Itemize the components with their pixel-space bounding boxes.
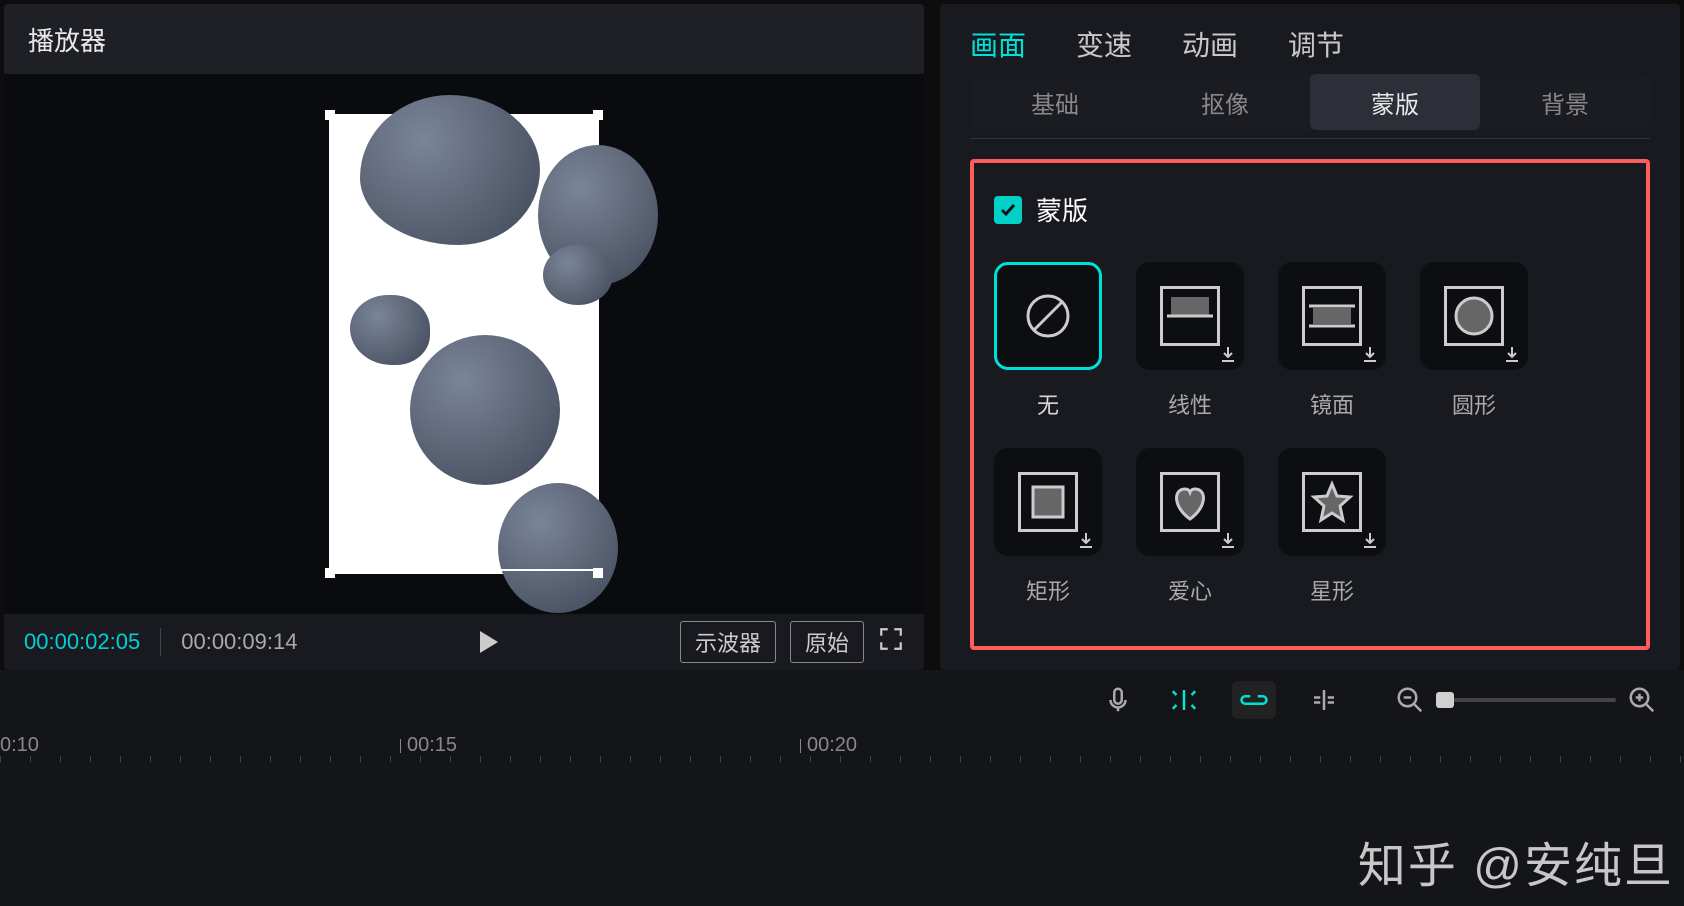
subtab-mask[interactable]: 蒙版 xyxy=(1310,74,1480,130)
mask-checkbox[interactable] xyxy=(994,196,1022,224)
time-current: 00:00:02:05 xyxy=(24,629,140,655)
zoom-out-button[interactable] xyxy=(1392,682,1428,718)
mask-item-heart[interactable]: 爱心 xyxy=(1136,448,1244,606)
zoom-thumb[interactable] xyxy=(1436,692,1454,708)
mask-none-icon xyxy=(994,262,1102,370)
subtab-cutout[interactable]: 抠像 xyxy=(1140,74,1310,130)
resize-handle[interactable] xyxy=(593,110,603,120)
mask-heart-icon xyxy=(1136,448,1244,556)
split-icon xyxy=(1169,685,1199,715)
resize-handle[interactable] xyxy=(325,110,335,120)
content-blob xyxy=(360,95,540,245)
tab-speed[interactable]: 变速 xyxy=(1076,24,1132,64)
player-controls: 00:00:02:05 00:00:09:14 示波器 原始 xyxy=(4,614,924,670)
mask-toggle[interactable]: 蒙版 xyxy=(994,191,1626,228)
mask-label: 线性 xyxy=(1168,388,1212,420)
mask-label: 圆形 xyxy=(1452,388,1496,420)
mask-item-star[interactable]: 星形 xyxy=(1278,448,1386,606)
inspector-panel: 画面 变速 动画 调节 基础 抠像 蒙版 背景 蒙版 xyxy=(940,4,1680,670)
content-blob xyxy=(410,335,560,485)
content-blob xyxy=(543,245,613,305)
mask-label: 爱心 xyxy=(1168,574,1212,606)
mask-star-icon xyxy=(1278,448,1386,556)
ruler-mark: 00:15 xyxy=(400,734,457,757)
subtab-basic[interactable]: 基础 xyxy=(970,74,1140,130)
zoom-out-icon xyxy=(1395,685,1425,715)
mask-toggle-label: 蒙版 xyxy=(1036,191,1088,228)
zoom-in-button[interactable] xyxy=(1624,682,1660,718)
zoom-slider[interactable] xyxy=(1436,698,1616,702)
align-icon xyxy=(1309,685,1339,715)
mask-linear-icon xyxy=(1136,262,1244,370)
subtab-background[interactable]: 背景 xyxy=(1480,74,1650,130)
tabs-sub: 基础 抠像 蒙版 背景 xyxy=(970,74,1650,130)
zoom-in-icon xyxy=(1627,685,1657,715)
time-total: 00:00:09:14 xyxy=(181,629,297,655)
link-button[interactable] xyxy=(1232,681,1276,719)
download-icon xyxy=(1218,344,1238,364)
mask-rect-icon xyxy=(994,448,1102,556)
mask-item-rect[interactable]: 矩形 xyxy=(994,448,1102,606)
check-icon xyxy=(999,201,1017,219)
download-icon xyxy=(1502,344,1522,364)
divider xyxy=(970,138,1650,139)
mask-label: 无 xyxy=(1037,388,1059,420)
tab-picture[interactable]: 画面 xyxy=(970,24,1026,64)
mask-item-none[interactable]: 无 xyxy=(994,262,1102,420)
tab-animation[interactable]: 动画 xyxy=(1182,24,1238,64)
play-button[interactable] xyxy=(311,631,666,653)
content-blob xyxy=(350,295,430,365)
ruler-ticks xyxy=(0,756,1684,762)
original-button[interactable]: 原始 xyxy=(790,621,864,663)
fullscreen-button[interactable] xyxy=(878,626,904,658)
mask-label: 矩形 xyxy=(1026,574,1070,606)
divider xyxy=(160,628,161,656)
mask-item-mirror[interactable]: 镜面 xyxy=(1278,262,1386,420)
timeline-toolbar xyxy=(0,670,1684,730)
player-panel: 播放器 00:00:02:05 00:00:09:1 xyxy=(4,4,924,670)
canvas-frame[interactable] xyxy=(329,114,599,574)
mask-grid: 无 线性 xyxy=(994,262,1626,606)
resize-handle[interactable] xyxy=(325,568,335,578)
mask-item-circle[interactable]: 圆形 xyxy=(1420,262,1528,420)
zoom-control xyxy=(1392,682,1660,718)
mask-item-linear[interactable]: 线性 xyxy=(1136,262,1244,420)
ruler-mark: 00:20 xyxy=(800,734,857,757)
tabs-main: 画面 变速 动画 调节 xyxy=(970,14,1650,74)
cut-button[interactable] xyxy=(1166,682,1202,718)
fullscreen-icon xyxy=(878,626,904,652)
player-viewport[interactable] xyxy=(4,74,924,614)
mask-label: 镜面 xyxy=(1310,388,1354,420)
content-blob xyxy=(498,483,618,613)
resize-handle[interactable] xyxy=(593,568,603,578)
download-icon xyxy=(1218,530,1238,550)
play-icon xyxy=(480,631,498,653)
microphone-icon xyxy=(1103,685,1133,715)
timeline-ruler[interactable]: 0:10 00:15 00:20 xyxy=(0,730,1684,770)
ruler-mark: 0:10 xyxy=(0,734,39,757)
mask-section: 蒙版 无 xyxy=(970,159,1650,650)
player-title: 播放器 xyxy=(4,4,924,74)
timeline-panel: 0:10 00:15 00:20 知乎 @安纯旦 xyxy=(0,670,1684,906)
align-button[interactable] xyxy=(1306,682,1342,718)
mask-mirror-icon xyxy=(1278,262,1386,370)
download-icon xyxy=(1360,344,1380,364)
mask-label: 星形 xyxy=(1310,574,1354,606)
link-icon xyxy=(1239,685,1269,715)
download-icon xyxy=(1360,530,1380,550)
watermark: 知乎 @安纯旦 xyxy=(1358,826,1674,896)
mask-circle-icon xyxy=(1420,262,1528,370)
download-icon xyxy=(1076,530,1096,550)
oscilloscope-button[interactable]: 示波器 xyxy=(680,621,776,663)
tab-adjust[interactable]: 调节 xyxy=(1288,24,1344,64)
mic-button[interactable] xyxy=(1100,682,1136,718)
